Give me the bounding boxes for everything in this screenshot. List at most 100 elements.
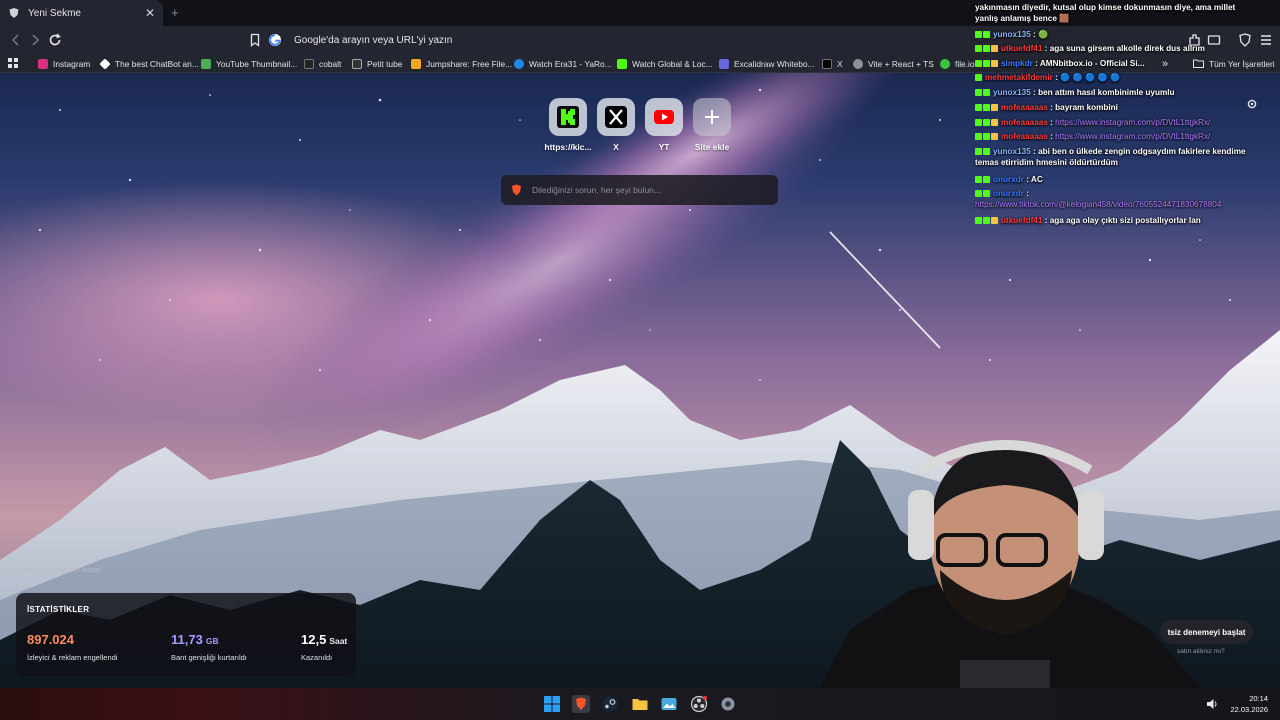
chat-message: mofeaaaaas : https://www.instagram.com/p… bbox=[975, 117, 1260, 128]
chat-separator: : bbox=[1042, 44, 1050, 53]
reload-icon[interactable] bbox=[47, 32, 63, 48]
stat-label: İzleyici & reklam engellendi bbox=[27, 653, 118, 662]
bookmark-item[interactable]: Jumpshare: Free File... bbox=[411, 57, 512, 70]
bookmark-label: Vite + React + TS bbox=[868, 58, 934, 69]
bookmark-item[interactable]: Watch Era31 - YaRo... bbox=[514, 57, 612, 70]
bookmark-item[interactable]: cobalt bbox=[304, 57, 341, 70]
apps-grid-icon[interactable] bbox=[7, 57, 19, 69]
bookmark-label: cobalt bbox=[319, 58, 342, 69]
brave-taskbar-icon[interactable] bbox=[572, 695, 590, 713]
chat-text: aga suna girsem alkolle direk dus allrım bbox=[1049, 44, 1205, 53]
already-purchased-link[interactable]: satın aldınız mı? bbox=[1177, 648, 1225, 655]
chat-username[interactable]: mofeaaaaas bbox=[1001, 132, 1048, 141]
chat-message: utkuefdf41 : aga suna girsem alkolle dir… bbox=[975, 43, 1260, 54]
chat-username[interactable]: mofeaaaaas bbox=[1001, 103, 1048, 112]
chat-username[interactable]: utkuefdf41 bbox=[1001, 216, 1042, 225]
tab-new-tab[interactable]: Yeni Sekme ✕ bbox=[0, 0, 163, 26]
new-tab-button[interactable]: + bbox=[171, 5, 179, 20]
chat-badge-icon bbox=[975, 133, 982, 140]
top-site-youtube[interactable] bbox=[645, 98, 683, 136]
chat-username[interactable]: onurxdr bbox=[993, 175, 1024, 184]
bookmark-item[interactable]: Watch Global & Loc... bbox=[617, 57, 713, 70]
chat-badge-icon bbox=[991, 119, 998, 126]
chat-username[interactable]: mehmetakifdemir bbox=[985, 73, 1053, 82]
tab-close-icon[interactable]: ✕ bbox=[145, 6, 155, 20]
chat-message: mofeaaaaas : bayram kombini bbox=[975, 102, 1260, 113]
chat-text: yakınmasın diyedir, kutsal olup kimse do… bbox=[975, 3, 1236, 24]
taskbar-clock[interactable]: 20:14 22.03.2026 bbox=[1228, 693, 1268, 715]
file-explorer-icon[interactable] bbox=[631, 695, 649, 713]
chat-badge-icon bbox=[983, 190, 990, 197]
top-site-x[interactable] bbox=[597, 98, 635, 136]
plus-icon bbox=[705, 110, 719, 124]
kick-icon bbox=[617, 58, 627, 69]
chat-text: AMNbitbox.io - Official Si... bbox=[1039, 59, 1145, 68]
bookmark-item[interactable]: file.io bbox=[940, 57, 975, 70]
stats-widget: İSTATİSTİKLER 897.024 İzleyici & reklam … bbox=[16, 593, 356, 676]
petit-tube-icon bbox=[352, 58, 362, 69]
chat-username[interactable]: yunox135 bbox=[993, 30, 1031, 39]
chat-username[interactable]: yunox135 bbox=[993, 147, 1031, 156]
newtab-search-placeholder: Dilediğinizi sorun, her şeyi bulun... bbox=[532, 185, 661, 195]
chat-badge-icon bbox=[975, 45, 982, 52]
chat-separator: : bbox=[1030, 88, 1039, 97]
clock-date: 22.03.2026 bbox=[1230, 705, 1268, 714]
tab-title: Yeni Sekme bbox=[28, 7, 81, 19]
chatbot-icon bbox=[99, 57, 111, 70]
add-site-button[interactable] bbox=[693, 98, 731, 136]
obs-icon[interactable] bbox=[690, 695, 708, 713]
chat-message: simpkdr : AMNbitbox.io - Official Si... bbox=[975, 58, 1260, 69]
chat-message: onurxdr : AC bbox=[975, 174, 1260, 185]
bookmark-item[interactable]: Vite + React + TS bbox=[853, 57, 934, 70]
chat-badge-icon bbox=[975, 104, 982, 111]
chat-text: https://www.tiktok.com/@kelogian458/vide… bbox=[975, 200, 1222, 210]
start-trial-button[interactable]: tsiz denemeyi başlat bbox=[1160, 620, 1253, 644]
bookmark-icon[interactable] bbox=[247, 32, 263, 48]
instagram-icon bbox=[38, 58, 48, 69]
chat-username[interactable]: mofeaaaaas bbox=[1001, 118, 1048, 127]
chat-badge-icon bbox=[983, 176, 990, 183]
settings-icon[interactable] bbox=[719, 695, 737, 713]
top-site-label: Site ekle bbox=[694, 142, 730, 152]
photos-icon[interactable] bbox=[660, 695, 678, 713]
chat-badge-icon bbox=[975, 190, 982, 197]
chat-message: yunox135 : abi ben o ülkede zengin odgsa… bbox=[975, 146, 1260, 168]
vite-globe-icon bbox=[853, 58, 863, 69]
chat-badge-icon bbox=[975, 148, 982, 155]
forward-icon[interactable] bbox=[27, 32, 43, 48]
chat-username[interactable]: onurxdr bbox=[993, 189, 1024, 198]
windows-start-icon[interactable] bbox=[543, 695, 561, 713]
top-site-kick[interactable] bbox=[549, 98, 587, 136]
chat-username[interactable]: yunox135 bbox=[993, 88, 1031, 97]
bookmark-item[interactable]: X bbox=[822, 57, 843, 70]
bookmark-item[interactable]: Petit tube bbox=[352, 57, 402, 70]
stat-value: 11,73 bbox=[171, 632, 203, 647]
steam-icon[interactable] bbox=[601, 695, 619, 713]
chat-message: mehmetakifdemir : 🔵 🔵 🔵 🔵 🔵 bbox=[975, 72, 1260, 83]
chat-username[interactable]: simpkdr bbox=[1001, 59, 1033, 68]
bookmark-item[interactable]: Excalidraw Whitebo... bbox=[719, 57, 815, 70]
bookmark-label: Instagram bbox=[53, 58, 91, 69]
jumpshare-icon bbox=[411, 58, 421, 69]
stat-label: Kazanıldı bbox=[301, 653, 333, 662]
file-io-icon bbox=[940, 58, 950, 69]
webcam-overlay bbox=[820, 440, 1200, 688]
bookmark-item[interactable]: YouTube Thumbnail... bbox=[201, 57, 297, 70]
google-icon bbox=[269, 34, 281, 46]
photo-credit: Fotoğraf: Benjamin Voros bbox=[16, 565, 101, 574]
brave-lion-icon bbox=[512, 184, 521, 196]
stat-value: 12,5 bbox=[301, 632, 327, 647]
back-icon[interactable] bbox=[8, 32, 24, 48]
chat-badge-icon bbox=[975, 74, 982, 81]
chat-username[interactable]: utkuefdf41 bbox=[1001, 44, 1042, 53]
stats-title: İSTATİSTİKLER bbox=[27, 605, 90, 614]
bookmark-item[interactable]: Instagram bbox=[38, 57, 90, 70]
volume-icon[interactable] bbox=[1205, 697, 1219, 711]
excalidraw-icon bbox=[719, 58, 729, 69]
address-bar[interactable]: Google'da arayın veya URL'yi yazın bbox=[268, 30, 970, 50]
chat-message: mofeaaaaas : https://www.instagram.com/p… bbox=[975, 131, 1260, 142]
newtab-search-box[interactable]: Dilediğinizi sorun, her şeyi bulun... bbox=[501, 175, 778, 205]
chat-message: yunox135 : ben attım hasıl kombinimle uy… bbox=[975, 87, 1260, 98]
chat-separator: : bbox=[1023, 175, 1031, 184]
bookmark-item[interactable]: The best ChatBot an... bbox=[99, 57, 199, 70]
